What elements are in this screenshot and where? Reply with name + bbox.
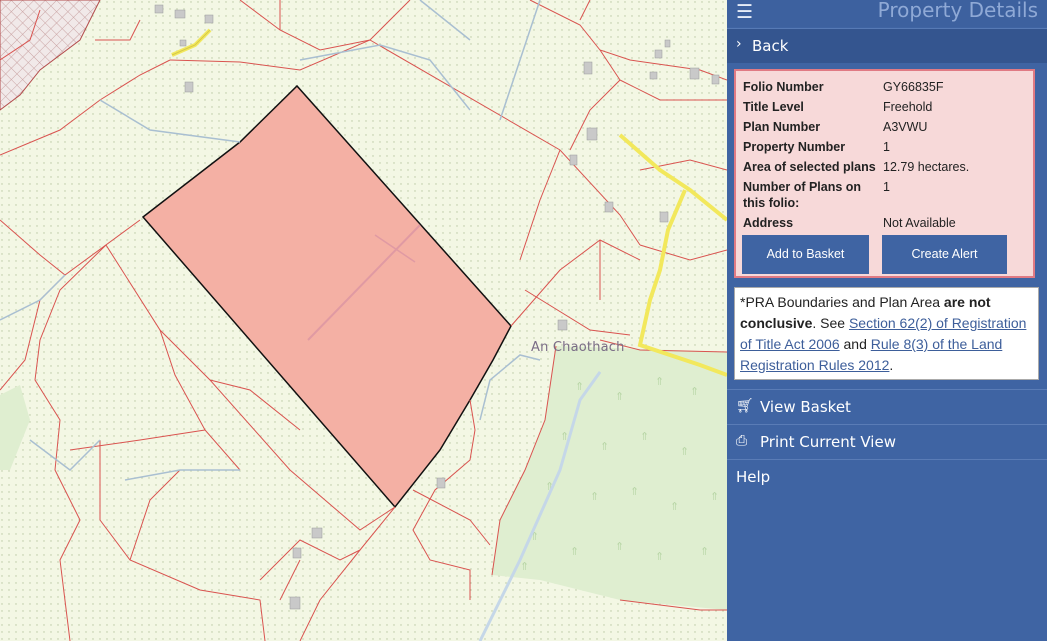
create-alert-button[interactable]: Create Alert bbox=[882, 235, 1007, 274]
view-basket-label: View Basket bbox=[760, 398, 851, 416]
svg-text:⇑: ⇑ bbox=[615, 390, 624, 403]
detail-label: Folio Number bbox=[743, 80, 824, 94]
back-button[interactable]: › Back bbox=[727, 28, 1047, 63]
svg-text:⇑: ⇑ bbox=[600, 440, 609, 453]
svg-text:⇑: ⇑ bbox=[680, 445, 689, 458]
detail-value: 12.79 hectares. bbox=[883, 160, 970, 174]
svg-text:⇑: ⇑ bbox=[710, 490, 719, 503]
chevron-right-icon: › bbox=[736, 36, 742, 52]
property-details-card: Folio Number GY66835F Title Level Freeho… bbox=[734, 69, 1035, 278]
svg-text:⇑: ⇑ bbox=[615, 540, 624, 553]
property-details-panel: ☰ Property Details › Back Folio Number G… bbox=[727, 0, 1047, 641]
svg-text:⇑: ⇑ bbox=[670, 500, 679, 513]
svg-text:⇑: ⇑ bbox=[640, 430, 649, 443]
detail-label: Address bbox=[743, 216, 794, 230]
place-label: An Chaothach bbox=[531, 340, 625, 355]
svg-text:⇑: ⇑ bbox=[655, 375, 664, 388]
map-view[interactable]: ⇑ ⇑ ⇑ ⇑ ⇑ ⇑ ⇑ ⇑ ⇑ ⇑ ⇑ ⇑ ⇑ ⇑ ⇑ ⇑ ⇑ ⇑ ⇑ An… bbox=[0, 0, 727, 641]
svg-text:⇑: ⇑ bbox=[570, 545, 579, 558]
note-see: . See bbox=[812, 315, 849, 331]
hamburger-icon[interactable]: ☰ bbox=[736, 3, 753, 22]
detail-value: 1 bbox=[883, 140, 890, 154]
help-button[interactable]: Help bbox=[727, 459, 1047, 494]
disclaimer-note: *PRA Boundaries and Plan Area are not co… bbox=[734, 287, 1039, 380]
detail-label: Property Number bbox=[743, 140, 846, 154]
svg-text:⇑: ⇑ bbox=[575, 380, 584, 393]
note-end: . bbox=[889, 357, 894, 373]
detail-label: Area of selected plans bbox=[743, 160, 876, 174]
add-to-basket-button[interactable]: Add to Basket bbox=[742, 235, 869, 274]
detail-label: Title Level bbox=[743, 100, 804, 114]
note-prefix: *PRA Boundaries and Plan Area bbox=[740, 294, 944, 310]
cart-icon: 🛒︎ bbox=[736, 398, 754, 414]
view-basket-button[interactable]: 🛒︎ View Basket bbox=[727, 389, 1047, 424]
detail-value: A3VWU bbox=[883, 120, 928, 134]
svg-text:⇑: ⇑ bbox=[700, 545, 709, 558]
detail-value: 1 bbox=[883, 180, 890, 194]
svg-text:⇑: ⇑ bbox=[590, 490, 599, 503]
svg-text:⇑: ⇑ bbox=[655, 550, 664, 563]
back-label: Back bbox=[752, 37, 789, 55]
detail-value: GY66835F bbox=[883, 80, 944, 94]
help-label: Help bbox=[736, 468, 771, 486]
svg-text:⇑: ⇑ bbox=[630, 485, 639, 498]
detail-label: Number of Plans on this folio: bbox=[743, 180, 862, 210]
svg-text:⇑: ⇑ bbox=[520, 560, 529, 573]
detail-value: Freehold bbox=[883, 100, 933, 114]
svg-text:⇑: ⇑ bbox=[690, 385, 699, 398]
panel-title: Property Details bbox=[877, 0, 1038, 22]
print-current-view-button[interactable]: ⎙ Print Current View bbox=[727, 424, 1047, 459]
detail-label: Plan Number bbox=[743, 120, 821, 134]
panel-header: ☰ Property Details bbox=[727, 0, 1047, 27]
detail-value: Not Available bbox=[883, 216, 956, 230]
print-current-view-label: Print Current View bbox=[760, 433, 896, 451]
map-canvas[interactable]: ⇑ ⇑ ⇑ ⇑ ⇑ ⇑ ⇑ ⇑ ⇑ ⇑ ⇑ ⇑ ⇑ ⇑ ⇑ ⇑ ⇑ ⇑ ⇑ bbox=[0, 0, 727, 641]
printer-icon: ⎙ bbox=[736, 433, 748, 449]
note-and: and bbox=[839, 336, 871, 352]
